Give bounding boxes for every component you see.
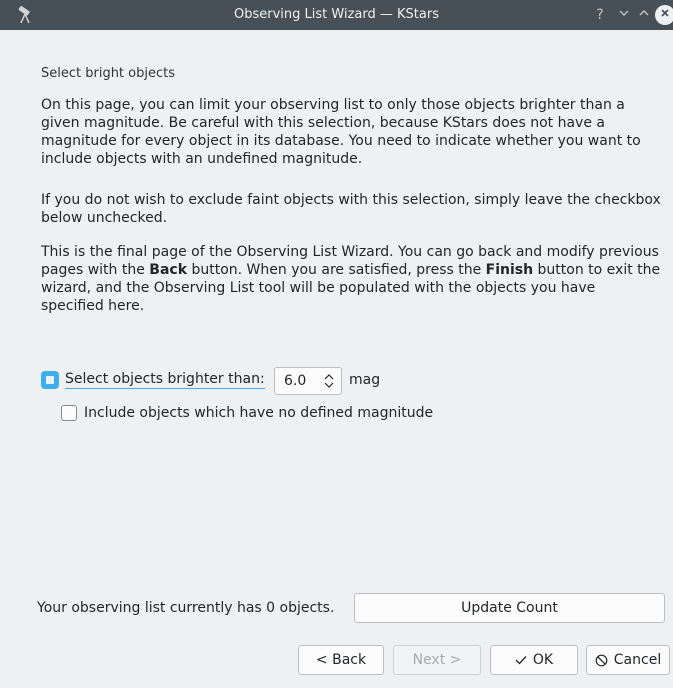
hint-paragraph: If you do not wish to exclude faint obje… <box>41 192 661 226</box>
chevron-down-icon <box>619 10 629 16</box>
include-undefined-checkbox[interactable] <box>61 405 77 421</box>
brighter-than-row[interactable]: Select objects brighter than: <box>42 371 265 389</box>
ok-label: OK <box>532 652 554 668</box>
cancel-icon <box>595 654 608 666</box>
cancel-button[interactable]: Cancel <box>586 645 670 675</box>
maximize-button[interactable] <box>634 5 654 25</box>
back-button[interactable]: < Back <box>298 645 384 675</box>
close-icon <box>661 9 669 17</box>
magnitude-spinbox[interactable]: 6.0 <box>274 367 342 395</box>
include-undefined-row[interactable]: Include objects which have no defined ma… <box>61 405 433 421</box>
final-page-paragraph: This is the final page of the Observing … <box>41 244 661 314</box>
update-count-button[interactable]: Update Count <box>354 593 665 623</box>
ok-button[interactable]: OK <box>490 645 578 675</box>
checkmark-icon <box>515 656 527 665</box>
include-undefined-label[interactable]: Include objects which have no defined ma… <box>84 405 433 421</box>
magnitude-value[interactable]: 6.0 <box>284 373 306 389</box>
spin-arrows-icon[interactable] <box>323 372 335 390</box>
page-title: Select bright objects <box>41 66 175 81</box>
object-count-text: Your observing list currently has 0 obje… <box>37 600 335 616</box>
brighter-than-checkbox[interactable] <box>42 372 58 388</box>
close-button[interactable] <box>655 5 673 25</box>
help-button[interactable]: ? <box>590 5 610 25</box>
chevron-up-icon <box>639 10 649 16</box>
minimize-button[interactable] <box>614 5 634 25</box>
cancel-label: Cancel <box>613 652 662 668</box>
window-title: Observing List Wizard — KStars <box>234 7 439 22</box>
window-titlebar: Observing List Wizard — KStars ? <box>0 0 673 30</box>
next-button[interactable]: Next > <box>393 645 481 675</box>
magnitude-unit: mag <box>349 372 381 388</box>
intro-paragraph: On this page, you can limit your observi… <box>41 97 641 167</box>
brighter-than-label[interactable]: Select objects brighter than: <box>65 371 265 389</box>
